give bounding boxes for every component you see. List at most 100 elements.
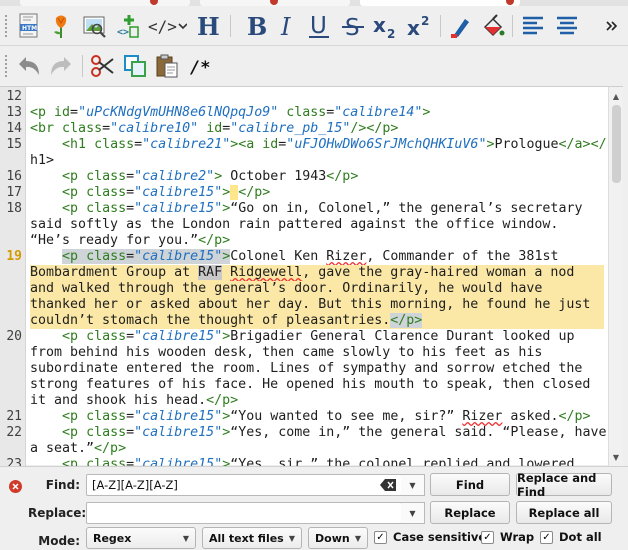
line-number: 13 xyxy=(6,105,22,120)
code-line[interactable]: <p class="calibre15">“Yes, come in,” the… xyxy=(30,425,606,441)
close-tab-icon[interactable] xyxy=(150,0,158,5)
code-line[interactable]: and walked through the general’s door. O… xyxy=(30,281,604,297)
cut-icon[interactable] xyxy=(88,50,118,82)
wrap-checkbox[interactable]: ✓ xyxy=(481,531,494,544)
more-chevron-icon[interactable] xyxy=(600,10,624,42)
align-center-icon[interactable] xyxy=(552,10,582,42)
align-left-icon[interactable] xyxy=(518,10,548,42)
line-number: 16 xyxy=(6,169,22,184)
subscript-icon[interactable]: x2 xyxy=(372,10,402,42)
code-line[interactable]: strong features of his face. He opened h… xyxy=(30,377,590,393)
replace-all-button[interactable]: Replace all xyxy=(516,501,612,524)
redo-icon[interactable] xyxy=(46,50,76,82)
close-tab-icon[interactable] xyxy=(270,0,278,5)
code-line[interactable]: <p class="calibre15">“Go on in, Colonel,… xyxy=(30,201,582,217)
code-line[interactable]: a seat.”</p> xyxy=(30,441,126,457)
scope-select[interactable]: All text files ▼ xyxy=(202,527,302,549)
mode-label: Mode: xyxy=(38,534,80,548)
toolbar-grip[interactable] xyxy=(4,54,8,78)
svg-text:x: x xyxy=(373,13,386,37)
toolbar-separator xyxy=(82,55,83,77)
code-line[interactable]: <p class="calibre15">“You wanted to see … xyxy=(30,409,590,425)
svg-text:</>: </> xyxy=(148,17,177,36)
code-line[interactable]: said softly as the London rain pattered … xyxy=(30,217,558,233)
clear-input-icon[interactable] xyxy=(380,479,396,494)
code-line[interactable]: couldn’t stomach the thought of pleasant… xyxy=(30,313,604,329)
code-line[interactable]: “He’s ready for you.”</p> xyxy=(30,233,230,249)
case-sensitive-checkbox[interactable]: ✓ xyxy=(374,531,387,544)
code-line[interactable]: <p class="calibre15">“Yes, sir,” the col… xyxy=(30,457,574,466)
comment-icon[interactable]: /* xyxy=(186,50,216,82)
heading-icon[interactable]: H xyxy=(192,10,222,42)
code-line[interactable]: h1> xyxy=(30,153,54,169)
code-text-area[interactable]: <p id="uPcKNdgVmUHN8e6lNQpqJo9" class="c… xyxy=(30,87,606,466)
find-history-dropdown[interactable]: ▼ xyxy=(401,474,425,496)
code-line[interactable]: <br class="calibre10" id="calibre_pb_15"… xyxy=(30,121,398,137)
replace-and-find-button[interactable]: Replace and Find xyxy=(516,471,612,499)
code-line[interactable]: <p class="calibre15">Brigadier General C… xyxy=(30,329,574,345)
find-button[interactable]: Find xyxy=(430,473,510,496)
line-number: 20 xyxy=(6,329,22,344)
line-number: 14 xyxy=(6,121,22,136)
code-line[interactable]: <p id="uPcKNdgVmUHN8e6lNQpqJo9" class="c… xyxy=(30,105,430,121)
image-view-icon[interactable] xyxy=(80,10,110,42)
code-line[interactable]: <p class="calibre2"> October 1943</p> xyxy=(30,169,358,185)
scrollbar-thumb[interactable] xyxy=(612,105,621,183)
strikethrough-icon[interactable]: S xyxy=(338,10,368,42)
paste-icon[interactable] xyxy=(152,50,182,82)
toolbar-grip[interactable] xyxy=(4,14,8,38)
superscript-icon[interactable]: x2 xyxy=(406,10,436,42)
flower-icon[interactable] xyxy=(46,10,76,42)
svg-text:I: I xyxy=(280,13,291,39)
svg-text:HTML: HTML xyxy=(22,25,41,32)
code-line[interactable]: it and shook his head.</p> xyxy=(30,393,238,409)
code-line[interactable]: <p class="calibre15">Colonel Ken Rizer, … xyxy=(30,249,559,265)
code-line[interactable]: from behind his wooden desk, then came s… xyxy=(30,345,542,361)
direction-select[interactable]: Down ▼ xyxy=(308,527,368,549)
replace-input[interactable] xyxy=(86,502,402,524)
code-line[interactable]: subordinate entered the room. Lines of s… xyxy=(30,361,582,377)
mode-select[interactable]: Regex ▼ xyxy=(86,527,196,549)
scroll-up-icon[interactable]: ▲ xyxy=(609,89,623,103)
find-replace-panel: Find: [A-Z][A-Z][A-Z] ▼ Find Replace and… xyxy=(0,466,628,550)
code-line[interactable]: <h1 class="calibre21"><a id="uFJOHwDWo6S… xyxy=(30,137,606,153)
dot-all-label[interactable]: Dot all xyxy=(559,530,602,544)
code-tag-icon[interactable]: </> xyxy=(146,10,188,42)
line-number: 15 xyxy=(6,137,22,152)
wrap-label[interactable]: Wrap xyxy=(500,530,534,544)
code-line[interactable]: <p class="calibre15"> </p> xyxy=(30,185,270,201)
undo-icon[interactable] xyxy=(14,50,44,82)
line-number: 12 xyxy=(6,89,22,104)
close-panel-icon[interactable] xyxy=(9,480,22,493)
code-editor[interactable]: 12 13 14 15 16 17 18 19 20 21 22 23 <p id="uPcKNdgV… xyxy=(0,86,623,466)
dot-all-checkbox[interactable]: ✓ xyxy=(540,531,553,544)
html-file-icon[interactable]: HTML xyxy=(14,10,44,42)
code-line[interactable]: Bombardment Group at RAF Ridgewell, gave… xyxy=(30,265,604,281)
replace-history-dropdown[interactable]: ▼ xyxy=(401,502,425,524)
scroll-down-icon[interactable]: ▼ xyxy=(609,450,623,464)
text-color-icon[interactable] xyxy=(446,10,476,42)
line-number: 22 xyxy=(6,425,22,440)
scope-select-value: All text files xyxy=(209,532,284,545)
underline-icon[interactable]: U xyxy=(304,10,334,42)
code-line[interactable]: thanked her or asked about her day. But … xyxy=(30,297,604,313)
background-color-icon[interactable] xyxy=(478,10,508,42)
svg-text:2: 2 xyxy=(421,14,429,28)
insert-tag-icon[interactable]: <> xyxy=(114,10,144,42)
svg-text:x: x xyxy=(407,16,420,39)
chevron-down-icon: ▼ xyxy=(288,534,295,543)
find-input[interactable]: [A-Z][A-Z][A-Z] xyxy=(86,474,402,496)
copy-icon[interactable] xyxy=(120,50,150,82)
toolbar-separator xyxy=(230,15,231,37)
close-tab-icon[interactable] xyxy=(506,0,514,5)
line-number: 21 xyxy=(6,409,22,424)
italic-icon[interactable]: I xyxy=(272,10,302,42)
vertical-scrollbar[interactable]: ▲ ▼ xyxy=(608,87,623,466)
svg-text:<>: <> xyxy=(117,27,129,38)
svg-text:2: 2 xyxy=(387,27,395,39)
line-number: 18 xyxy=(6,201,22,216)
bold-icon[interactable]: B xyxy=(240,10,270,42)
case-sensitive-label[interactable]: Case sensitive xyxy=(393,530,486,544)
replace-button[interactable]: Replace xyxy=(430,501,510,524)
line-number: 19 xyxy=(6,249,22,264)
